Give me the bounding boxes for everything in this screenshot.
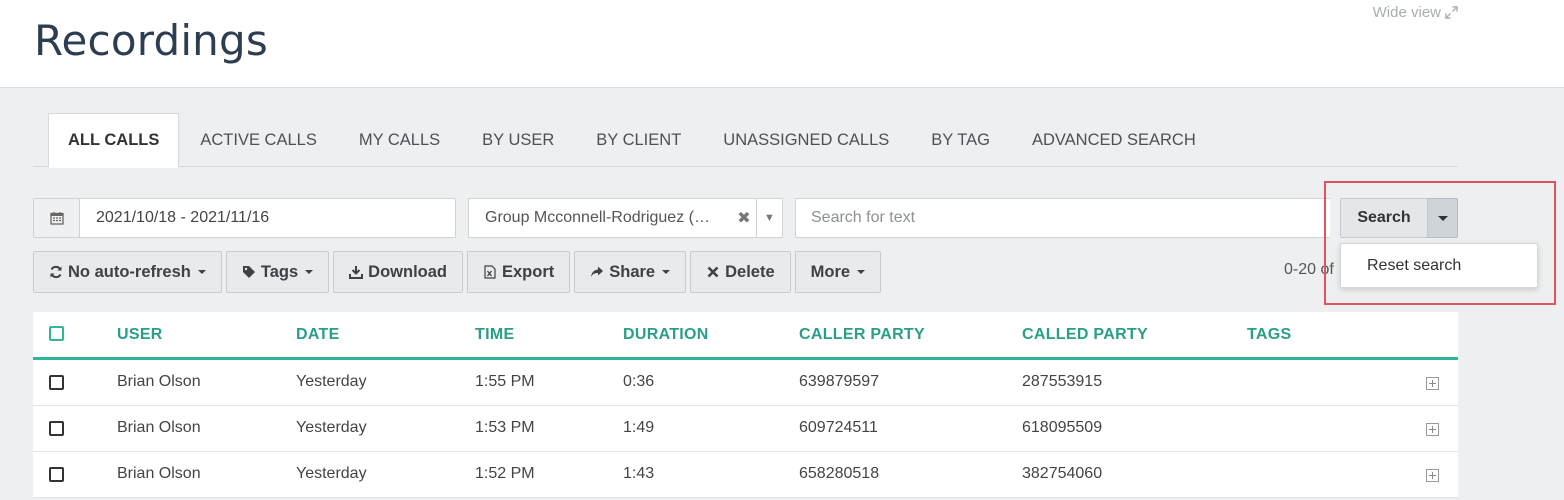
expand-row-icon[interactable] [1426, 423, 1439, 436]
pagination-info: 0-20 of [1284, 261, 1334, 278]
tab-by-client[interactable]: BY CLIENT [575, 113, 702, 167]
column-header-tags[interactable]: TAGS [1247, 326, 1291, 344]
auto-refresh-label: No auto-refresh [68, 262, 191, 281]
delete-label: Delete [725, 262, 775, 281]
download-button[interactable]: Download [333, 251, 463, 293]
tags-label: Tags [260, 262, 299, 281]
tab-active-calls[interactable]: ACTIVE CALLS [179, 113, 337, 167]
recordings-table: USER DATE TIME DURATION CALLER PARTY CAL… [33, 312, 1458, 498]
expand-row-icon[interactable] [1426, 377, 1439, 390]
export-button[interactable]: Export [466, 251, 571, 293]
wide-view-label: Wide view [1372, 4, 1441, 21]
search-input[interactable] [796, 200, 1330, 236]
calendar-icon[interactable] [34, 199, 80, 237]
clear-icon[interactable]: ✖ [732, 208, 756, 228]
search-button[interactable]: Search [1340, 198, 1428, 238]
download-label: Download [368, 262, 447, 281]
group-select[interactable]: Group Mcconnell-Rodriguez (… ✖ ▼ [468, 198, 783, 238]
share-icon [591, 266, 604, 277]
cell-date: Yesterday [296, 465, 367, 482]
more-button[interactable]: More [794, 251, 882, 293]
column-header-duration[interactable]: DURATION [623, 326, 709, 344]
tab-by-user[interactable]: BY USER [461, 113, 575, 167]
cell-duration: 1:43 [623, 465, 655, 482]
table-row[interactable]: Brian Olson Yesterday 1:52 PM 1:43 65828… [33, 452, 1458, 498]
cell-caller-party: 658280518 [799, 465, 880, 482]
cell-time: 1:53 PM [475, 419, 535, 436]
cell-caller-party: 639879597 [799, 373, 880, 390]
caret-down-icon [857, 270, 866, 274]
row-checkbox[interactable] [49, 421, 64, 436]
table-row[interactable]: Brian Olson Yesterday 1:53 PM 1:49 60972… [33, 406, 1458, 452]
column-header-time[interactable]: TIME [475, 326, 514, 344]
tab-by-tag[interactable]: BY TAG [910, 113, 1011, 167]
excel-file-icon [484, 265, 496, 279]
share-button[interactable]: Share [574, 251, 687, 293]
cell-user: Brian Olson [117, 419, 201, 436]
cell-date: Yesterday [296, 419, 367, 436]
reset-search-item[interactable]: Reset search [1341, 250, 1537, 282]
cell-user: Brian Olson [117, 465, 201, 482]
close-icon [707, 266, 719, 278]
expand-icon [1445, 6, 1458, 19]
page-header: Recordings Wide view [0, 0, 1564, 88]
cell-called-party: 382754060 [1022, 465, 1103, 482]
column-header-caller-party[interactable]: CALLER PARTY [799, 326, 925, 344]
row-checkbox[interactable] [49, 467, 64, 482]
caret-down-icon [305, 270, 314, 274]
column-header-date[interactable]: DATE [296, 326, 340, 344]
expand-row-icon[interactable] [1426, 469, 1439, 482]
tags-button[interactable]: Tags [225, 251, 330, 293]
date-range-picker[interactable]: 2021/10/18 - 2021/11/16 [33, 198, 456, 238]
cell-duration: 1:49 [623, 419, 655, 436]
cell-duration: 0:36 [623, 373, 655, 390]
cell-time: 1:55 PM [475, 373, 535, 390]
caret-down-icon [1437, 215, 1448, 221]
tab-my-calls[interactable]: MY CALLS [338, 113, 461, 167]
tab-unassigned-calls[interactable]: UNASSIGNED CALLS [702, 113, 910, 167]
export-label: Export [501, 262, 555, 281]
action-toolbar: No auto-refresh Tags Download Export Sha… [33, 251, 882, 293]
caret-down-icon [197, 270, 206, 274]
refresh-icon [50, 265, 62, 279]
more-label: More [810, 262, 851, 281]
row-checkbox[interactable] [49, 375, 64, 390]
caret-down-icon [662, 270, 671, 274]
select-all-checkbox[interactable] [49, 326, 64, 341]
search-field[interactable] [795, 198, 1330, 238]
column-header-user[interactable]: USER [117, 326, 163, 344]
recordings-tabs: ALL CALLS ACTIVE CALLS MY CALLS BY USER … [33, 113, 1458, 168]
column-header-called-party[interactable]: CALLED PARTY [1022, 326, 1148, 344]
cell-called-party: 287553915 [1022, 373, 1103, 390]
page-title: Recordings [34, 16, 268, 65]
table-header: USER DATE TIME DURATION CALLER PARTY CAL… [33, 312, 1458, 360]
search-options-toggle[interactable] [1428, 198, 1458, 238]
share-label: Share [609, 262, 656, 281]
cell-date: Yesterday [296, 373, 367, 390]
cell-user: Brian Olson [117, 373, 201, 390]
wide-view-link[interactable]: Wide view [1373, 4, 1458, 21]
tab-all-calls[interactable]: ALL CALLS [48, 113, 180, 168]
cell-called-party: 618095509 [1022, 419, 1103, 436]
download-icon [349, 266, 364, 279]
auto-refresh-button[interactable]: No auto-refresh [33, 251, 222, 293]
table-row[interactable]: Brian Olson Yesterday 1:55 PM 0:36 63987… [33, 360, 1458, 406]
delete-button[interactable]: Delete [690, 251, 791, 293]
cell-caller-party: 609724511 [799, 419, 878, 436]
cell-time: 1:52 PM [475, 465, 535, 482]
chevron-down-icon[interactable]: ▼ [756, 199, 782, 237]
date-range-value: 2021/10/18 - 2021/11/16 [96, 209, 270, 226]
search-options-dropdown: Reset search [1340, 243, 1538, 288]
group-select-value: Group Mcconnell-Rodriguez (… [485, 209, 710, 226]
tab-advanced-search[interactable]: ADVANCED SEARCH [1011, 113, 1217, 167]
tag-icon [242, 266, 255, 278]
